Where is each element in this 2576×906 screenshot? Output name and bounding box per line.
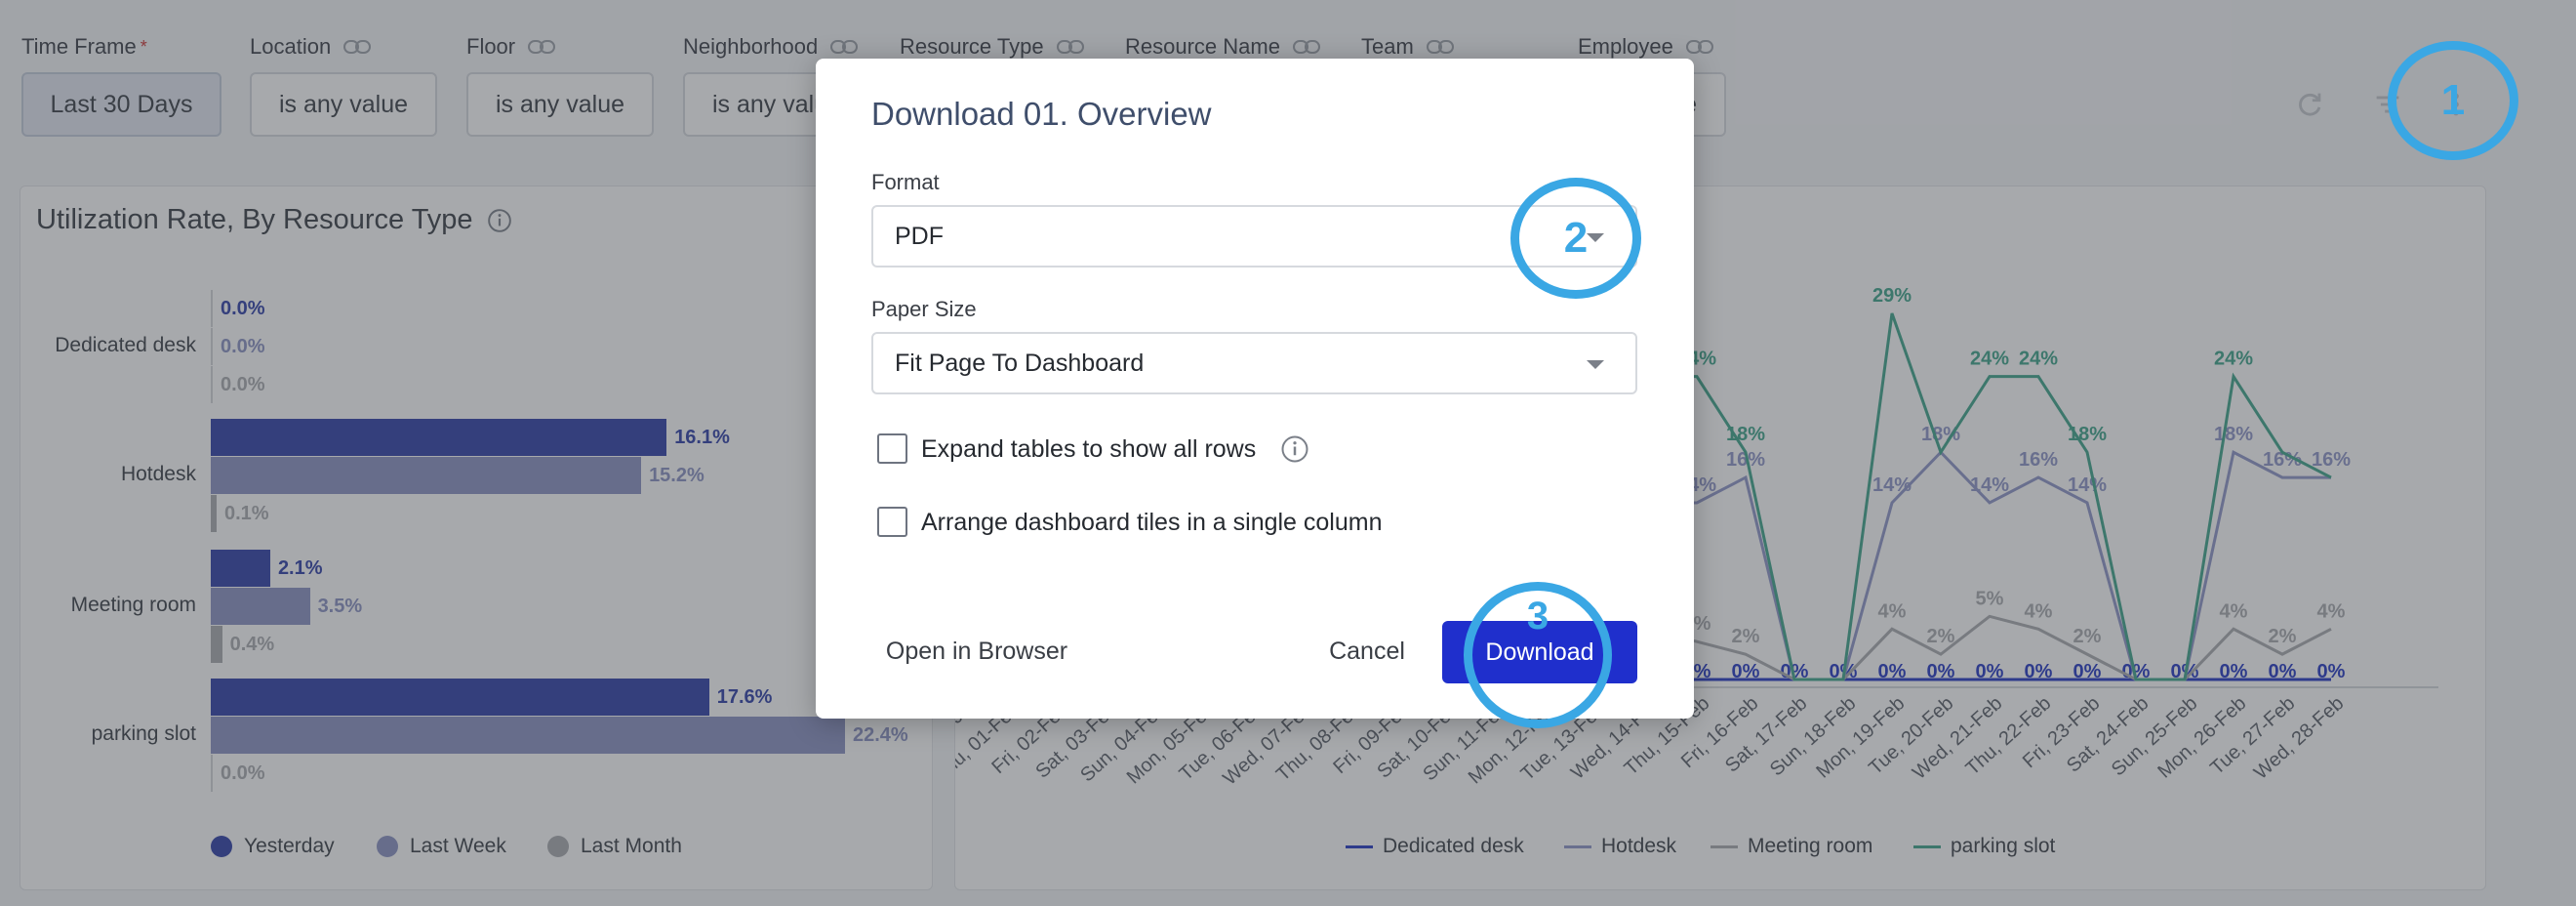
step-marker-3: 3 [1464, 582, 1612, 728]
format-label: Format [871, 170, 940, 194]
single-column-label[interactable]: Arrange dashboard tiles in a single colu… [921, 509, 1383, 537]
expand-tables-label[interactable]: Expand tables to show all rows [921, 435, 1256, 464]
format-value: PDF [895, 222, 944, 250]
dialog-title: Download 01. Overview [871, 96, 1212, 132]
chevron-down-icon [1587, 360, 1604, 369]
paper-size-value: Fit Page To Dashboard [895, 349, 1145, 377]
open-in-browser-button[interactable]: Open in Browser [874, 620, 1079, 682]
info-icon[interactable] [1280, 434, 1309, 464]
step-marker-1: 1 [2388, 41, 2518, 160]
cancel-button[interactable]: Cancel [1304, 620, 1430, 682]
single-column-checkbox[interactable] [877, 507, 907, 537]
step-marker-2: 2 [1510, 178, 1641, 299]
paper-size-select[interactable]: Fit Page To Dashboard [871, 332, 1637, 394]
expand-tables-checkbox[interactable] [877, 433, 907, 464]
paper-size-label: Paper Size [871, 297, 977, 321]
